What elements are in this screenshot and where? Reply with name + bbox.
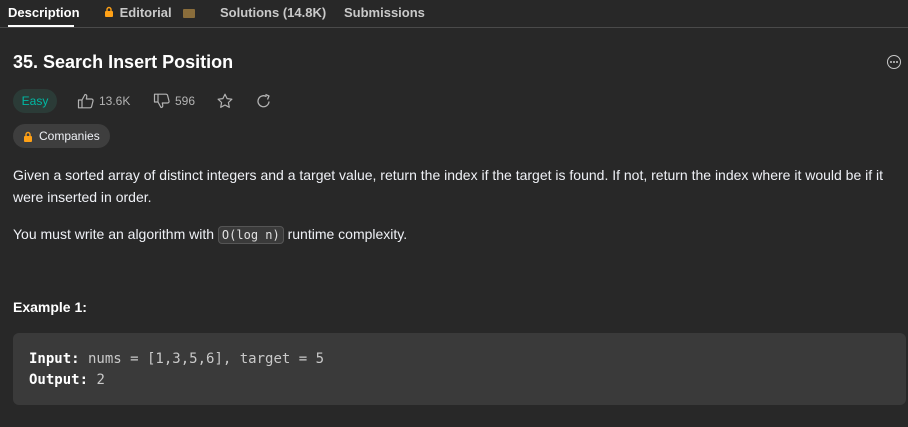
complexity-text-before: You must write an algorithm with [13, 226, 218, 242]
video-icon [183, 9, 196, 19]
output-value: 2 [88, 372, 105, 388]
more-icon[interactable] [887, 55, 901, 69]
dislike-button[interactable]: 596 [153, 93, 195, 109]
difficulty-badge: Easy [13, 89, 57, 113]
tab-solutions[interactable]: Solutions (14.8K) [220, 5, 326, 20]
companies-button[interactable]: Companies [13, 124, 110, 148]
share-button[interactable] [256, 93, 272, 109]
dislike-count: 596 [175, 94, 196, 108]
complexity-code: O(log n) [217, 226, 284, 244]
lock-icon [104, 6, 116, 20]
tab-editorial-label: Editorial [119, 5, 172, 20]
example-code-block: Input: nums = [1,3,5,6], target = 5 Outp… [13, 333, 906, 405]
share-icon [257, 93, 270, 108]
like-button[interactable]: 13.6K [77, 93, 130, 109]
companies-label: Companies [39, 129, 100, 143]
input-label: Input: [29, 351, 80, 367]
tab-editorial[interactable]: Editorial [104, 5, 196, 20]
complexity-requirement: You must write an algorithm with O(log n… [13, 223, 407, 246]
example-input-line: Input: nums = [1,3,5,6], target = 5 [29, 349, 890, 370]
complexity-text-after: runtime complexity. [283, 226, 408, 242]
lock-icon [24, 131, 32, 142]
example-output-line: Output: 2 [29, 370, 890, 391]
thumbs-up-icon [77, 93, 94, 109]
favorite-button[interactable] [216, 93, 234, 109]
output-label: Output: [29, 372, 89, 388]
example-title: Example 1: [13, 299, 87, 315]
tab-description[interactable]: Description [8, 5, 80, 20]
thumbs-down-icon [153, 93, 170, 109]
like-count: 13.6K [99, 94, 131, 108]
input-value: nums = [1,3,5,6], target = 5 [79, 351, 325, 367]
problem-title: 35. Search Insert Position [13, 52, 234, 72]
tab-bar: Description Editorial Solutions (14.8K) … [0, 0, 908, 28]
problem-description: Given a sorted array of distinct integer… [13, 167, 884, 205]
active-tab-indicator [8, 25, 74, 27]
star-icon [217, 93, 233, 108]
tab-submissions[interactable]: Submissions [344, 5, 425, 20]
